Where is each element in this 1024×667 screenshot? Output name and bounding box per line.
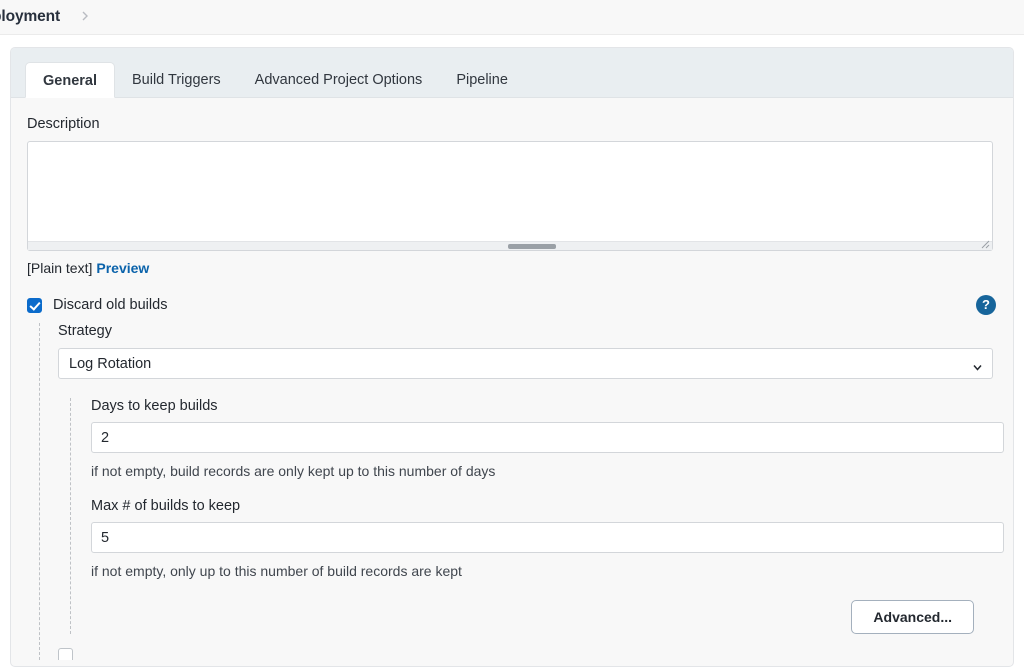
advanced-button-row: Advanced... [91,600,995,634]
max-builds-to-keep-label: Max # of builds to keep [91,498,241,514]
chevron-right-icon[interactable] [82,11,89,24]
description-field-wrapper [27,141,993,251]
next-option-checkbox[interactable] [58,648,73,660]
strategy-label: Strategy [58,323,112,339]
strategy-select-wrapper: Log Rotation [58,348,993,379]
description-markup-row: [Plain text] Preview [27,260,995,276]
description-horizontal-scrollbar[interactable] [28,241,992,250]
tab-advanced-project-options[interactable]: Advanced Project Options [238,62,440,98]
advanced-button[interactable]: Advanced... [851,600,974,634]
days-to-keep-hint: if not empty, build records are only kep… [91,463,496,479]
breadcrumb: ployment [0,0,1024,35]
discard-old-builds-label: Discard old builds [53,297,168,313]
strategy-select[interactable]: Log Rotation [58,348,993,379]
general-form: Description [Plain text] Preview Discard … [11,98,1013,660]
description-input[interactable] [27,141,993,251]
scrollbar-thumb[interactable] [508,244,556,249]
next-option-row-clipped [58,648,995,660]
tab-bar: General Build Triggers Advanced Project … [11,48,1013,98]
max-builds-to-keep-input[interactable] [91,522,1004,553]
config-card: General Build Triggers Advanced Project … [10,47,1014,667]
max-builds-to-keep-hint: if not empty, only up to this number of … [91,563,462,579]
preview-link[interactable]: Preview [96,260,149,276]
tab-pipeline[interactable]: Pipeline [439,62,525,98]
days-to-keep-label: Days to keep builds [91,398,218,414]
discard-old-builds-section: Strategy Log Rotation Days to keep build… [39,323,1004,660]
question-mark-icon[interactable]: ? [976,295,996,315]
breadcrumb-current-item[interactable]: ployment [0,8,60,26]
log-rotation-settings: Days to keep builds if not empty, build … [70,398,1004,634]
tab-general[interactable]: General [25,62,115,98]
description-label: Description [27,116,100,132]
days-to-keep-input[interactable] [91,422,1004,453]
discard-old-builds-row: Discard old builds ? [27,295,996,315]
markup-type-label: [Plain text] [27,260,93,276]
tab-build-triggers[interactable]: Build Triggers [115,62,238,98]
discard-old-builds-checkbox[interactable] [27,297,42,313]
